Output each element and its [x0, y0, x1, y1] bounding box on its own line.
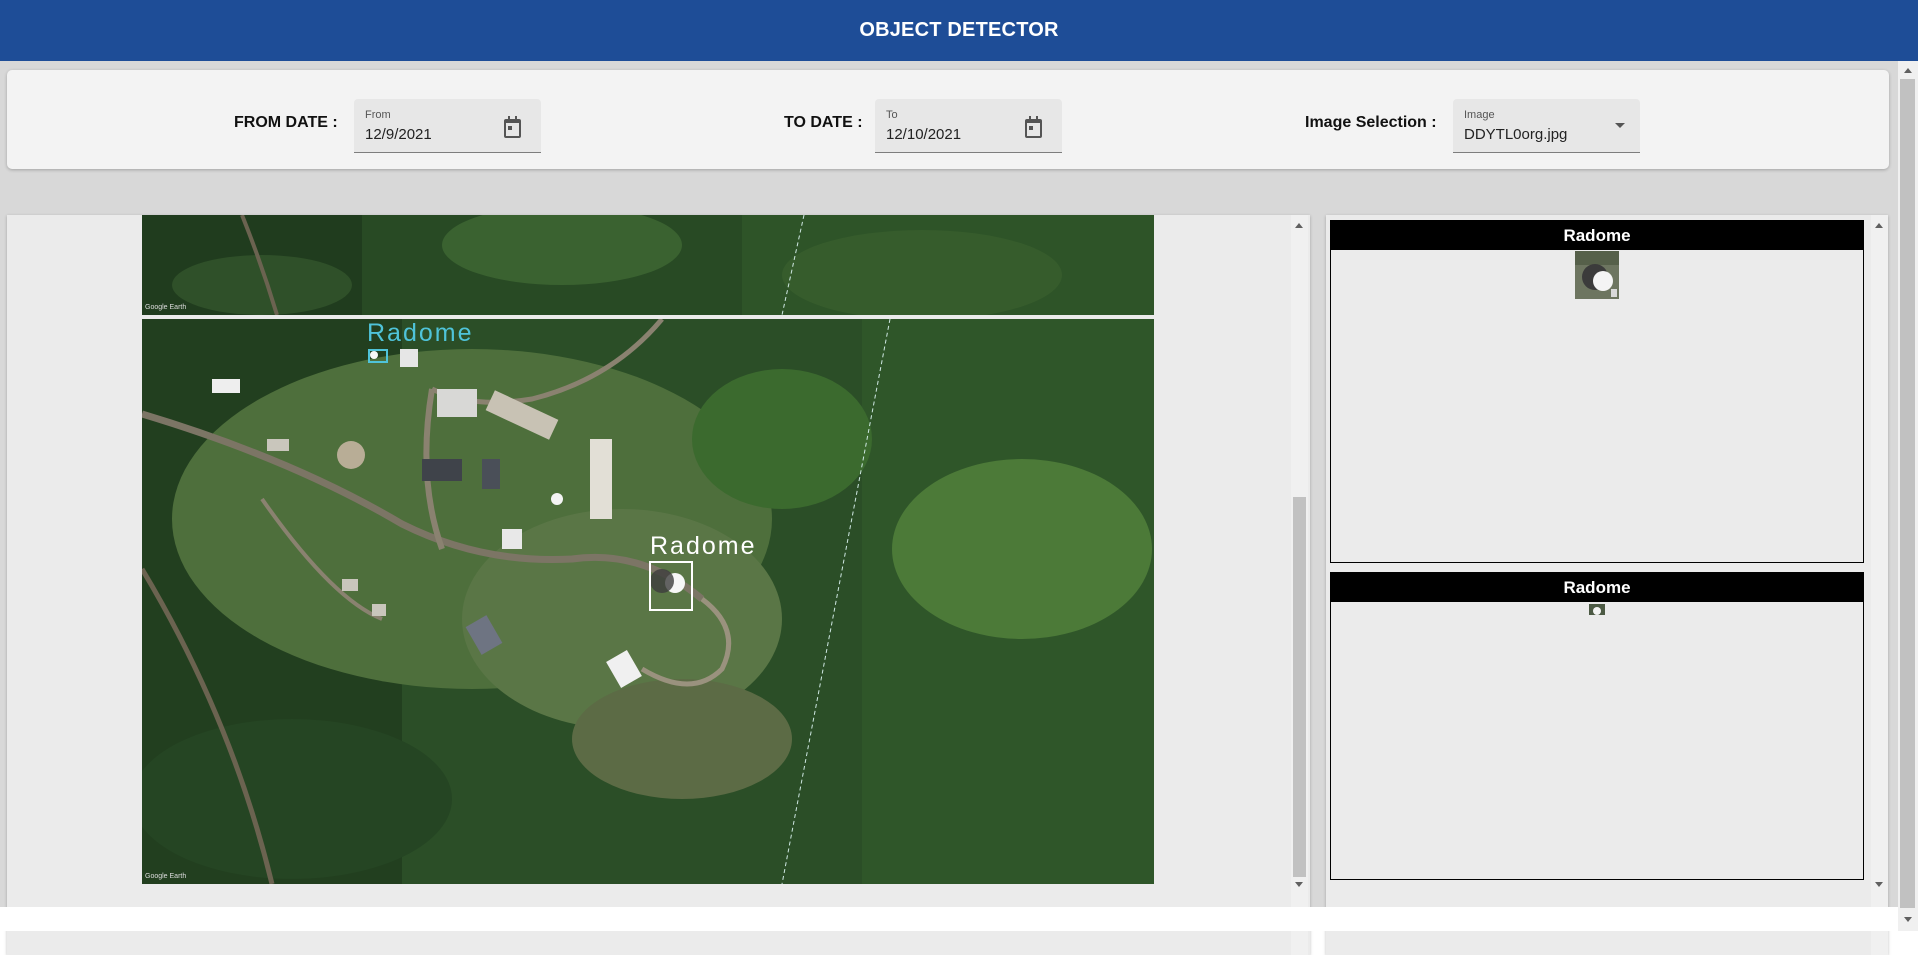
detection-results-panel: Radome Radome	[1326, 215, 1888, 955]
calendar-icon[interactable]	[504, 116, 521, 138]
results-scrollbar[interactable]	[1871, 215, 1888, 955]
viewer-scroll-thumb[interactable]	[1293, 497, 1306, 877]
satellite-map: Radome Radome Google Earth	[142, 319, 1154, 884]
map-watermark: Google Earth	[145, 873, 186, 880]
radome-thumbnail	[1589, 604, 1605, 615]
image-select-caption: Image	[1464, 109, 1495, 121]
image-viewer[interactable]: Google Earth Radome Radome Google Earth	[7, 215, 1310, 955]
image-selection-label: Image Selection :	[1305, 114, 1437, 131]
calendar-icon[interactable]	[1025, 116, 1042, 138]
satellite-image-current: Radome Radome Google Earth	[142, 319, 1154, 884]
result-thumbnail[interactable]	[1589, 603, 1605, 615]
scroll-down-arrow-icon[interactable]	[1904, 917, 1912, 922]
image-select-value[interactable]: DDYTL0org.jpg	[1464, 126, 1567, 143]
dropdown-arrow-icon[interactable]	[1615, 123, 1625, 128]
main-area: FROM DATE : From 12/9/2021 TO DATE : To …	[0, 61, 1898, 955]
map-watermark: Google Earth	[145, 304, 186, 311]
result-item[interactable]: Radome	[1330, 572, 1864, 880]
from-date-field[interactable]: From 12/9/2021	[354, 99, 541, 153]
page-scrollbar[interactable]	[1898, 61, 1918, 931]
result-thumbnail[interactable]	[1575, 251, 1619, 299]
image-select[interactable]: Image DDYTL0org.jpg	[1453, 99, 1640, 153]
page-footer-space	[0, 907, 1898, 931]
result-item[interactable]: Radome	[1330, 220, 1864, 563]
detection-label-1: Radome	[367, 319, 474, 347]
result-header: Radome	[1331, 573, 1863, 602]
viewer-scrollbar[interactable]	[1291, 215, 1308, 955]
to-date-label: TO DATE :	[784, 114, 863, 131]
app-title: OBJECT DETECTOR	[859, 19, 1059, 41]
filter-bar: FROM DATE : From 12/9/2021 TO DATE : To …	[7, 70, 1889, 169]
satellite-image-previous: Google Earth	[142, 215, 1154, 315]
from-date-value[interactable]: 12/9/2021	[365, 126, 432, 143]
to-date-caption: To	[886, 109, 898, 121]
page-scroll-thumb[interactable]	[1900, 79, 1915, 908]
result-header: Radome	[1331, 221, 1863, 250]
satellite-map-top: Google Earth	[142, 215, 1154, 315]
scroll-up-arrow-icon[interactable]	[1904, 68, 1912, 73]
app-header: OBJECT DETECTOR	[0, 0, 1918, 61]
from-date-label: FROM DATE :	[234, 114, 338, 131]
to-date-value[interactable]: 12/10/2021	[886, 126, 961, 143]
to-date-field[interactable]: To 12/10/2021	[875, 99, 1062, 153]
radome-thumbnail	[1575, 251, 1619, 299]
scroll-up-arrow-icon[interactable]	[1875, 223, 1883, 228]
scroll-down-arrow-icon[interactable]	[1875, 882, 1883, 887]
detection-label-2: Radome	[650, 532, 757, 560]
from-date-caption: From	[365, 109, 391, 121]
scroll-up-arrow-icon[interactable]	[1295, 223, 1303, 228]
scroll-down-arrow-icon[interactable]	[1295, 882, 1303, 887]
